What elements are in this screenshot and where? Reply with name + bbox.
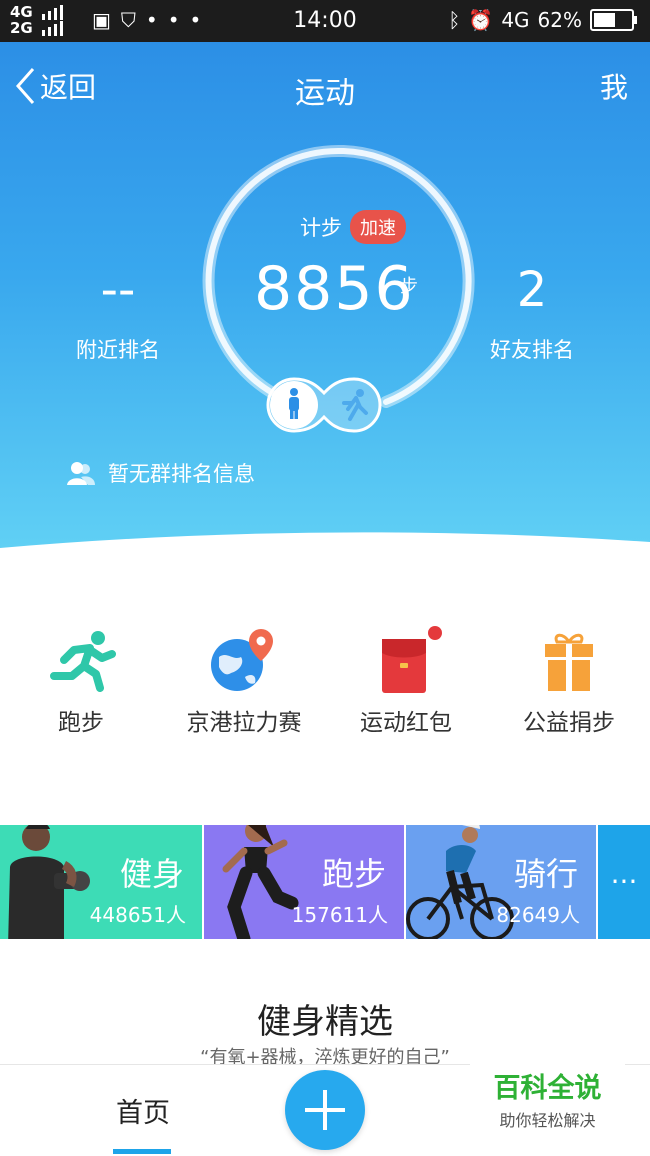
category-name: 跑步: [321, 855, 386, 893]
shortcut-running[interactable]: 跑步: [1, 625, 161, 737]
red-envelope-icon: [382, 626, 442, 693]
category-count: 157611人: [291, 903, 388, 927]
category-name: 骑行: [513, 855, 578, 893]
accelerate-badge[interactable]: 加速: [350, 210, 406, 244]
nearby-rank-label[interactable]: 附近排名: [38, 334, 198, 364]
shortcut-label: 公益捐步: [523, 710, 615, 736]
category-count: 448651人: [89, 903, 186, 927]
group-info-text: 暂无群排名信息: [108, 462, 255, 486]
step-label-row: 计步 加速: [300, 210, 406, 244]
shortcut-grid: 跑步 京港拉力赛 运动红包 公益捐步: [0, 625, 650, 737]
category-count: 82649人: [496, 903, 580, 927]
more-categories-button[interactable]: ···: [598, 825, 650, 939]
shortcut-red-envelope[interactable]: 运动红包: [326, 625, 486, 737]
shortcut-label: 京港拉力赛: [186, 710, 302, 736]
plus-icon: [305, 1090, 345, 1130]
category-name: 健身: [119, 855, 184, 893]
category-card-running[interactable]: 跑步 157611人: [204, 825, 404, 939]
group-rank-info[interactable]: 暂无群排名信息: [66, 458, 255, 488]
notification-dot: [428, 626, 442, 640]
friend-rank-label[interactable]: 好友排名: [452, 334, 612, 364]
gift-icon: [545, 633, 593, 691]
watermark-subtitle: 助你轻松解决: [499, 1111, 596, 1130]
shortcut-label: 运动红包: [360, 710, 452, 736]
group-users-icon: [67, 462, 95, 485]
mode-toggle[interactable]: [262, 373, 386, 437]
tab-home[interactable]: 首页: [90, 1091, 196, 1130]
step-count: 8856: [254, 254, 415, 324]
shortcut-rally[interactable]: 京港拉力赛: [164, 625, 324, 737]
globe-pin-icon: [211, 629, 273, 691]
nearby-rank-value[interactable]: --: [38, 262, 198, 318]
running-icon: [50, 631, 116, 692]
step-label: 计步: [300, 216, 342, 240]
shortcut-label: 跑步: [58, 710, 104, 736]
category-card-cycling[interactable]: 骑行 82649人: [406, 825, 596, 939]
step-unit: 步: [400, 276, 418, 297]
add-button[interactable]: [285, 1070, 365, 1150]
friend-rank-value[interactable]: 2: [452, 262, 612, 318]
watermark: 百科全说 助你轻松解决: [470, 1062, 625, 1152]
section-title: 健身精选: [257, 1002, 393, 1042]
category-card-fitness[interactable]: 健身 448651人: [0, 825, 202, 939]
tab-home-indicator: [113, 1149, 171, 1154]
watermark-title: 百科全说: [493, 1073, 602, 1104]
category-cards: 健身 448651人 跑步 157611人 骑行 82649人 ···: [0, 825, 650, 939]
shortcut-donate-steps[interactable]: 公益捐步: [489, 625, 649, 737]
fitness-person-image: [8, 825, 90, 939]
